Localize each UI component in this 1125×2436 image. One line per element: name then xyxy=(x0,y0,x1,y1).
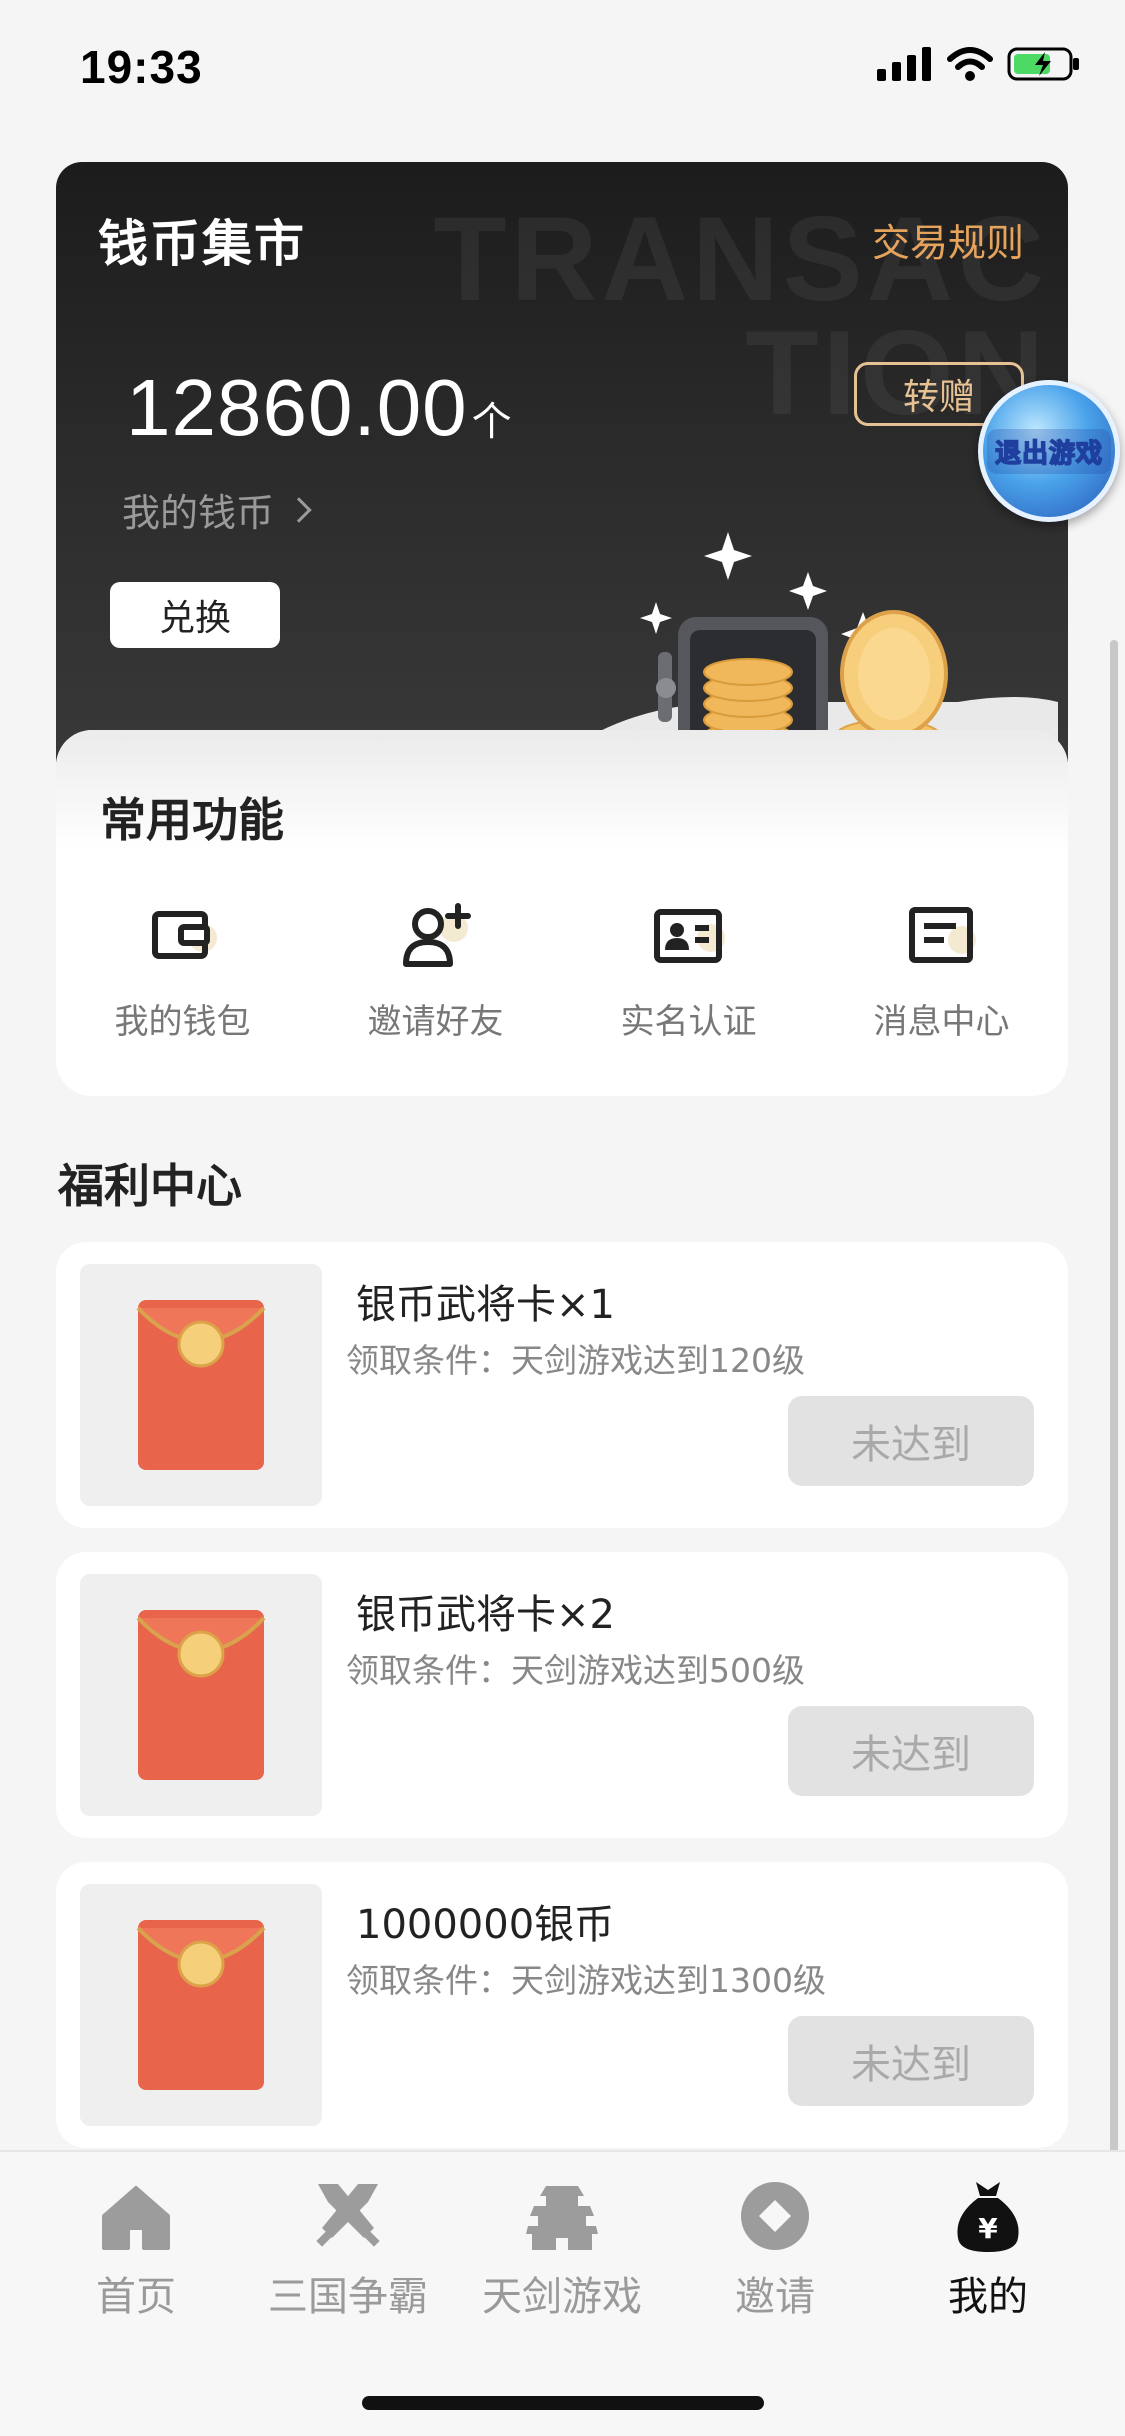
common-functions-panel: 常用功能 我的钱包 邀请好友 实名认证 消息中心 xyxy=(56,730,1068,1096)
home-icon xyxy=(102,2186,170,2250)
message-icon xyxy=(908,907,976,963)
tab-tianjian-game[interactable]: 天剑游戏 xyxy=(462,2176,662,2322)
money-bag-icon: ¥ xyxy=(957,2182,1019,2252)
balance-unit: 个 xyxy=(471,399,512,445)
my-coins-link[interactable]: 我的钱币 xyxy=(122,482,312,537)
status-bar: 19:33 xyxy=(0,0,1125,160)
reward-name: 银币武将卡×1 xyxy=(356,1282,615,1328)
invite-icon xyxy=(741,2182,809,2250)
reward-condition: 领取条件：天剑游戏达到1300级 xyxy=(346,1961,826,2000)
crossed-swords-icon xyxy=(316,2184,380,2247)
tab-home[interactable]: 首页 xyxy=(36,2176,236,2322)
scrollbar[interactable] xyxy=(1110,640,1118,2330)
functions-title: 常用功能 xyxy=(100,793,284,847)
status-icons xyxy=(877,46,1081,82)
red-envelope-icon xyxy=(136,1300,266,1470)
tab-label: 三国争霸 xyxy=(268,2274,428,2320)
coin-market-card: TRANSAC TION 钱币集市 交易规则 12860.00 个 我的钱币 兑… xyxy=(56,162,1068,802)
status-time: 19:33 xyxy=(80,41,203,93)
reward-thumbnail xyxy=(80,1884,322,2126)
exit-game-label: 退出游戏 xyxy=(986,428,1111,474)
hero-title: 钱币集市 xyxy=(98,215,306,273)
reward-thumbnail xyxy=(80,1574,322,1816)
reward-claim-button[interactable]: 未达到 xyxy=(788,1396,1034,1486)
welfare-center-title: 福利中心 xyxy=(58,1159,242,1213)
coin-balance: 12860.00 个 xyxy=(126,362,512,454)
tab-three-kingdoms[interactable]: 三国争霸 xyxy=(248,2176,448,2322)
tab-label: 天剑游戏 xyxy=(482,2274,642,2320)
reward-card: 1000000银币 领取条件：天剑游戏达到1300级 未达到 xyxy=(56,1862,1068,2148)
home-indicator xyxy=(362,2396,764,2410)
function-label: 消息中心 xyxy=(873,1002,1010,1042)
tab-label: 我的 xyxy=(948,2274,1028,2320)
tab-invite[interactable]: 邀请 xyxy=(675,2176,875,2322)
reward-condition: 领取条件：天剑游戏达到120级 xyxy=(346,1341,805,1380)
functions-grid: 我的钱包 邀请好友 实名认证 消息中心 xyxy=(56,898,1068,1043)
tab-label: 首页 xyxy=(96,2274,176,2320)
signal-icon xyxy=(877,47,931,81)
reward-thumbnail xyxy=(80,1264,322,1506)
red-envelope-icon xyxy=(136,1920,266,2090)
battery-icon xyxy=(1007,47,1079,81)
reward-card: 银币武将卡×2 领取条件：天剑游戏达到500级 未达到 xyxy=(56,1552,1068,1838)
function-label: 邀请好友 xyxy=(367,1002,504,1042)
exchange-button[interactable]: 兑换 xyxy=(110,582,280,648)
reward-condition: 领取条件：天剑游戏达到500级 xyxy=(346,1651,805,1690)
tab-mine[interactable]: ¥ 我的 xyxy=(888,2176,1088,2322)
function-label: 我的钱包 xyxy=(114,1002,251,1042)
id-card-icon xyxy=(653,909,725,963)
function-invite-friends[interactable]: 邀请好友 xyxy=(309,898,562,1043)
add-friend-icon xyxy=(402,903,471,967)
function-message-center[interactable]: 消息中心 xyxy=(815,898,1068,1043)
function-real-name-verification[interactable]: 实名认证 xyxy=(562,898,815,1043)
wifi-icon xyxy=(947,47,993,81)
wallet-icon xyxy=(151,911,217,959)
reward-name: 银币武将卡×2 xyxy=(356,1592,615,1638)
my-coins-label: 我的钱币 xyxy=(122,491,275,535)
trade-rules-link[interactable]: 交易规则 xyxy=(872,212,1024,267)
reward-name: 1000000银币 xyxy=(356,1902,615,1948)
bottom-tab-bar: 首页 三国争霸 天剑游戏 邀请 ¥ 我的 xyxy=(0,2150,1125,2436)
reward-claim-button[interactable]: 未达到 xyxy=(788,2016,1034,2106)
reward-claim-button[interactable]: 未达到 xyxy=(788,1706,1034,1796)
tab-label: 邀请 xyxy=(735,2274,815,2320)
chevron-right-icon xyxy=(286,496,312,523)
exit-game-badge[interactable]: 退出游戏 xyxy=(978,380,1120,522)
svg-text:¥: ¥ xyxy=(978,2212,998,2245)
red-envelope-icon xyxy=(136,1610,266,1780)
function-label: 实名认证 xyxy=(620,1002,757,1042)
balance-amount: 12860.00 xyxy=(126,363,468,452)
reward-card: 银币武将卡×1 领取条件：天剑游戏达到120级 未达到 xyxy=(56,1242,1068,1528)
pagoda-icon xyxy=(526,2186,598,2250)
function-my-wallet[interactable]: 我的钱包 xyxy=(56,898,309,1043)
